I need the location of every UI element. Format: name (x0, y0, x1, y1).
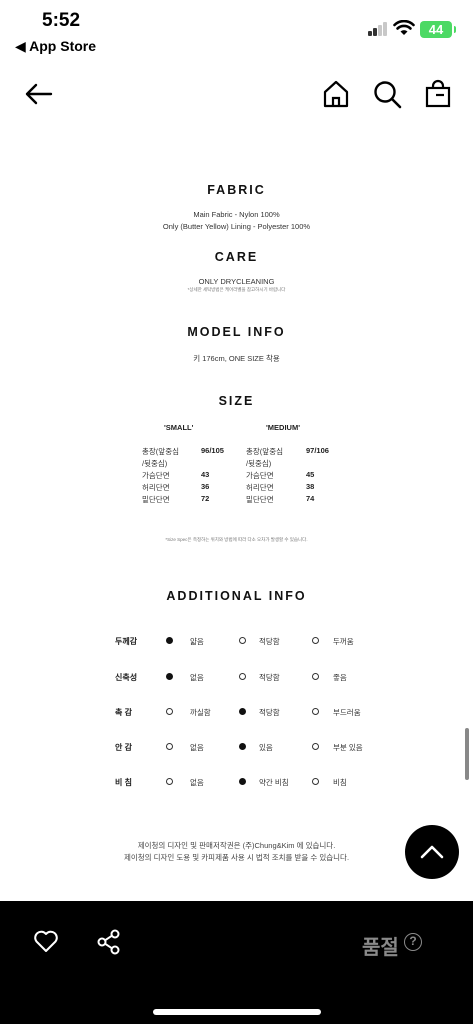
top-nav (0, 70, 473, 120)
care-line-1: ONLY DRYCLEANING (198, 277, 275, 286)
unselected-dot-icon (239, 673, 246, 680)
copyright-line-1: 제이청의 디자인 및 판매저작권은 (주)Chung&Kim 에 있습니다. (137, 841, 336, 850)
additional-info-option: 까실함 (190, 708, 211, 717)
additional-info-option: 부분 있음 (333, 743, 363, 752)
size-row-value: 74 (306, 494, 315, 503)
model-info-line: 키 176cm, ONE SIZE 착용 (193, 354, 280, 363)
unselected-dot-icon (312, 708, 319, 715)
unselected-dot-icon (312, 673, 319, 680)
home-icon[interactable] (320, 78, 352, 110)
size-medium-header: 'MEDIUM' (266, 423, 300, 432)
selected-dot-icon (166, 637, 173, 644)
search-icon[interactable] (371, 78, 403, 110)
cellular-signal-icon (368, 22, 388, 36)
unselected-dot-icon (166, 743, 173, 750)
size-note: *Size Spec은 측정하는 위치와 방법에 따라 다소 오차가 발생할 수… (165, 537, 308, 542)
selected-dot-icon (239, 743, 246, 750)
home-indicator (153, 1009, 321, 1015)
size-row-label: 가슴단면 (246, 471, 274, 480)
size-row-label: 밑단단면 (246, 495, 274, 504)
help-icon[interactable]: ? (404, 933, 422, 951)
status-time: 5:52 (42, 10, 81, 31)
additional-info-title: ADDITIONAL INFO (166, 589, 307, 603)
size-row-value: 43 (201, 470, 210, 479)
size-row-label: /뒷중심) (142, 459, 168, 468)
size-row-label: 총장(앞중심 (246, 447, 283, 456)
unselected-dot-icon (166, 708, 173, 715)
size-row-label: 밑단단면 (142, 495, 170, 504)
fabric-title: FABRIC (207, 183, 266, 197)
unselected-dot-icon (166, 778, 173, 785)
unselected-dot-icon (239, 637, 246, 644)
additional-info-option: 적당함 (259, 673, 280, 682)
additional-info-label: 신축성 (115, 673, 138, 682)
size-row-value: 97/106 (306, 446, 329, 455)
model-info-title: MODEL INFO (187, 325, 286, 339)
size-row-value: 72 (201, 494, 210, 503)
copyright-line-2: 제이청의 디자인 도용 및 카피제품 사용 시 법적 조치를 받을 수 있습니다… (123, 853, 350, 862)
additional-info-option: 없음 (190, 743, 204, 752)
additional-info-option: 두꺼움 (333, 637, 354, 646)
additional-info-label: 안 감 (115, 743, 132, 752)
selected-dot-icon (239, 778, 246, 785)
size-row-label: /뒷중심) (246, 459, 272, 468)
size-title: SIZE (218, 394, 255, 408)
bottom-action-bar: 품절 ? (0, 901, 473, 1024)
size-small-header: 'SMALL' (164, 423, 194, 432)
unselected-dot-icon (312, 778, 319, 785)
back-arrow-icon[interactable] (22, 78, 54, 110)
additional-info-option: 없음 (190, 778, 204, 787)
size-row-value: 36 (201, 482, 210, 491)
additional-info-option: 부드러움 (333, 708, 361, 717)
care-note: *상세한 세탁방법은 케어라벨을 참고하시기 바랍니다 (187, 287, 286, 292)
additional-info-option: 적당함 (259, 637, 280, 646)
additional-info-option: 얇음 (190, 637, 204, 646)
scrollbar-thumb[interactable] (465, 728, 469, 780)
back-to-app-store[interactable]: ◀ App Store (15, 38, 96, 55)
size-row-label: 허리단면 (142, 483, 170, 492)
additional-info-option: 없음 (190, 673, 204, 682)
care-title: CARE (214, 250, 259, 264)
fabric-line-1: Main Fabric - Nylon 100% (193, 210, 280, 219)
size-row-label: 총장(앞중심 (142, 447, 179, 456)
unselected-dot-icon (312, 743, 319, 750)
additional-info-option: 적당함 (259, 708, 280, 717)
additional-info-option: 있음 (259, 743, 273, 752)
size-row-value: 45 (306, 470, 315, 479)
size-row-value: 38 (306, 482, 315, 491)
shopping-bag-icon[interactable] (422, 78, 454, 110)
additional-info-label: 비 침 (115, 778, 132, 787)
status-bar: 5:52 ◀ App Store 44 (0, 0, 473, 60)
additional-info-option: 비침 (333, 778, 347, 787)
selected-dot-icon (239, 708, 246, 715)
fabric-line-2: Only (Butter Yellow) Lining - Polyester … (162, 222, 311, 231)
additional-info-option: 약간 비침 (259, 778, 289, 787)
heart-icon[interactable] (33, 929, 59, 953)
selected-dot-icon (166, 673, 173, 680)
additional-info-option: 좋음 (333, 673, 347, 682)
size-row-value: 96/105 (201, 446, 224, 455)
unselected-dot-icon (312, 637, 319, 644)
share-icon[interactable] (96, 929, 122, 955)
scroll-to-top-button[interactable] (405, 825, 459, 879)
sold-out-label: 품절 (362, 937, 399, 959)
additional-info-label: 촉 감 (115, 708, 132, 717)
wifi-icon (393, 20, 415, 35)
size-row-label: 허리단면 (246, 483, 274, 492)
chevron-up-icon (420, 845, 444, 859)
additional-info-label: 두께감 (115, 637, 138, 646)
battery-icon: 44 (420, 21, 456, 38)
size-row-label: 가슴단면 (142, 471, 170, 480)
